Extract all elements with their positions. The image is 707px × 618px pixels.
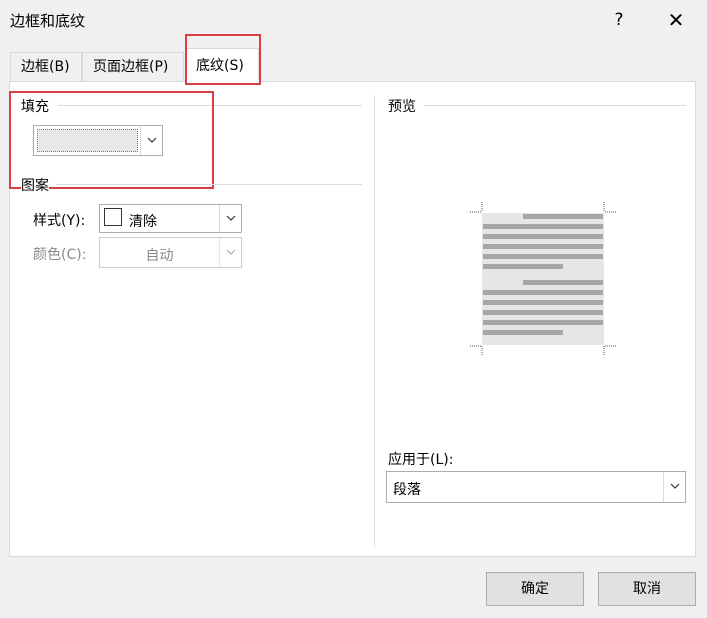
help-button[interactable]: ? — [604, 6, 634, 34]
tab-borders-label: 边框(B) — [21, 59, 70, 75]
color-dropdown[interactable]: 自动 — [99, 237, 242, 268]
close-icon: ✕ — [667, 8, 685, 32]
apply-to-dropdown[interactable]: 段落 — [386, 471, 686, 503]
title-bar: 边框和底纹 ? ✕ — [0, 0, 707, 40]
style-swatch — [104, 208, 122, 226]
chevron-down-icon — [226, 249, 236, 255]
chevron-down-icon — [670, 483, 680, 489]
color-dropdown-arrow[interactable] — [219, 238, 241, 267]
preview-group-line — [424, 105, 686, 106]
style-dropdown[interactable]: 清除 — [99, 204, 242, 233]
ok-button[interactable]: 确定 — [486, 572, 584, 606]
pattern-group-label: 图案 — [21, 175, 49, 195]
style-label: 样式(Y): — [33, 213, 86, 229]
apply-to-value: 段落 — [393, 482, 421, 498]
apply-to-dropdown-arrow[interactable] — [663, 472, 685, 502]
preview-group-label: 预览 — [388, 96, 416, 116]
close-button[interactable]: ✕ — [658, 6, 694, 34]
vertical-separator — [374, 95, 375, 547]
tab-page-border[interactable]: 页面边框(P) — [82, 52, 184, 81]
chevron-down-icon — [226, 215, 236, 221]
tab-highlight-box — [185, 34, 261, 85]
style-dropdown-arrow[interactable] — [219, 205, 241, 232]
tab-page-border-label: 页面边框(P) — [93, 59, 169, 75]
dialog-title: 边框和底纹 — [10, 12, 86, 30]
apply-to-label: 应用于(L): — [388, 452, 454, 468]
color-value: 自动 — [145, 248, 174, 264]
color-label: 颜色(C): — [33, 247, 87, 263]
preview-page-graphic — [470, 202, 616, 356]
preview-area — [470, 200, 617, 358]
pattern-group-line — [56, 184, 362, 185]
cancel-button[interactable]: 取消 — [598, 572, 696, 606]
style-value: 清除 — [129, 214, 157, 230]
tab-borders[interactable]: 边框(B) — [10, 52, 82, 81]
